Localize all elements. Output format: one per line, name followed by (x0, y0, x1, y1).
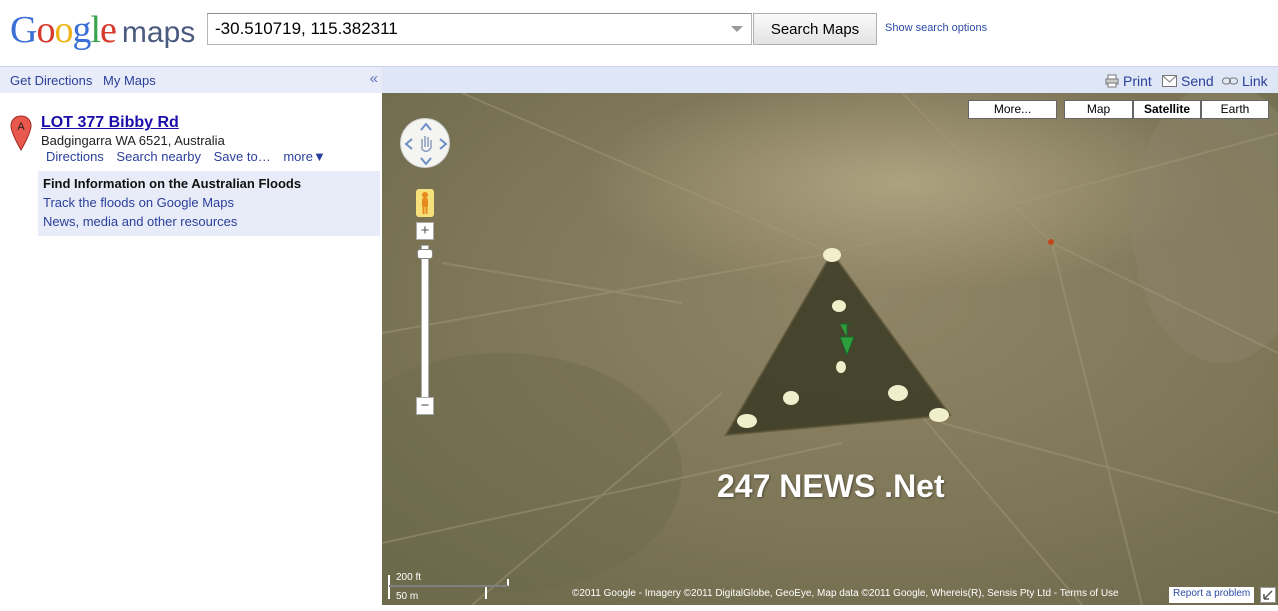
zoom-in-button[interactable]: + (416, 222, 434, 240)
zoom-out-button[interactable]: − (416, 397, 434, 415)
logo-letter: e (100, 9, 117, 51)
map-type-map[interactable]: Map (1064, 100, 1133, 119)
collapse-panel-icon[interactable]: « (370, 70, 378, 87)
result-actions: Directions Search nearby Save to… more▼ (46, 149, 335, 164)
search-dropdown-icon[interactable] (731, 26, 743, 32)
map-copyright: ©2011 Google - Imagery ©2011 DigitalGlob… (572, 588, 1119, 599)
more-link[interactable]: more▼ (283, 149, 326, 164)
pan-control[interactable] (400, 118, 450, 168)
logo-letter: l (90, 9, 101, 51)
zoom-slider-handle[interactable] (417, 249, 433, 259)
header: Google maps Search Maps Show search opti… (0, 0, 1278, 66)
satellite-map[interactable]: More... Map Satellite Earth + − 247 NEWS… (382, 93, 1278, 605)
map-toolbar: Print Send Link (382, 66, 1278, 93)
left-panel-tabs: Get Directions My Maps « (0, 66, 382, 93)
result-address: Badgingarra WA 6521, Australia (41, 133, 225, 148)
google-wordmark: Google (10, 8, 117, 52)
floods-info-box: Find Information on the Australian Flood… (38, 171, 380, 236)
logo-letter: g (72, 9, 91, 51)
send-label: Send (1181, 73, 1214, 89)
link-button[interactable]: Link (1222, 73, 1268, 89)
report-problem-link[interactable]: Report a problem (1169, 587, 1255, 603)
logo-letter: o (36, 9, 55, 51)
print-label: Print (1123, 73, 1152, 89)
scale-bar: 200 ft 50 m (388, 571, 510, 603)
search-field[interactable] (207, 13, 752, 45)
marker-a-icon[interactable]: A (10, 115, 32, 151)
track-floods-link[interactable]: Track the floods on Google Maps (43, 195, 375, 210)
scale-meters: 50 m (396, 591, 419, 602)
logo-letter: G (10, 9, 37, 51)
satellite-imagery (382, 93, 1278, 605)
floods-heading: Find Information on the Australian Flood… (43, 176, 302, 191)
maps-wordmark: maps (121, 16, 196, 49)
marker-letter: A (17, 121, 25, 133)
show-search-options-link[interactable]: Show search options (885, 22, 987, 34)
directions-link[interactable]: Directions (46, 149, 104, 164)
news-media-link[interactable]: News, media and other resources (43, 214, 375, 229)
more-layers-button[interactable]: More... (968, 100, 1057, 119)
get-directions-link[interactable]: Get Directions (10, 73, 92, 88)
chain-link-icon (1222, 77, 1238, 85)
search-nearby-link[interactable]: Search nearby (116, 149, 201, 164)
print-button[interactable]: Print (1105, 73, 1152, 89)
search-results-panel: A LOT 377 Bibby Rd Badgingarra WA 6521, … (0, 93, 382, 611)
scale-feet: 200 ft (396, 572, 422, 583)
save-to-link[interactable]: Save to… (214, 149, 271, 164)
search-maps-button[interactable]: Search Maps (753, 13, 877, 45)
result-title-link[interactable]: LOT 377 Bibby Rd (41, 114, 179, 132)
resize-corner-icon[interactable] (1260, 587, 1276, 603)
google-maps-logo[interactable]: Google maps (10, 8, 195, 52)
street-view-pegman-icon[interactable] (416, 189, 434, 217)
my-maps-link[interactable]: My Maps (103, 73, 156, 88)
printer-icon (1105, 74, 1119, 88)
send-button[interactable]: Send (1162, 73, 1214, 89)
map-type-earth[interactable]: Earth (1201, 100, 1269, 119)
logo-letter: o (54, 9, 73, 51)
search-input[interactable] (208, 14, 718, 44)
map-type-satellite[interactable]: Satellite (1133, 100, 1201, 119)
watermark-text: 247 NEWS .Net (717, 468, 945, 504)
pan-arrows-icon (404, 122, 448, 166)
envelope-icon (1162, 75, 1177, 87)
link-label: Link (1242, 73, 1268, 89)
zoom-slider-track[interactable] (421, 245, 429, 403)
